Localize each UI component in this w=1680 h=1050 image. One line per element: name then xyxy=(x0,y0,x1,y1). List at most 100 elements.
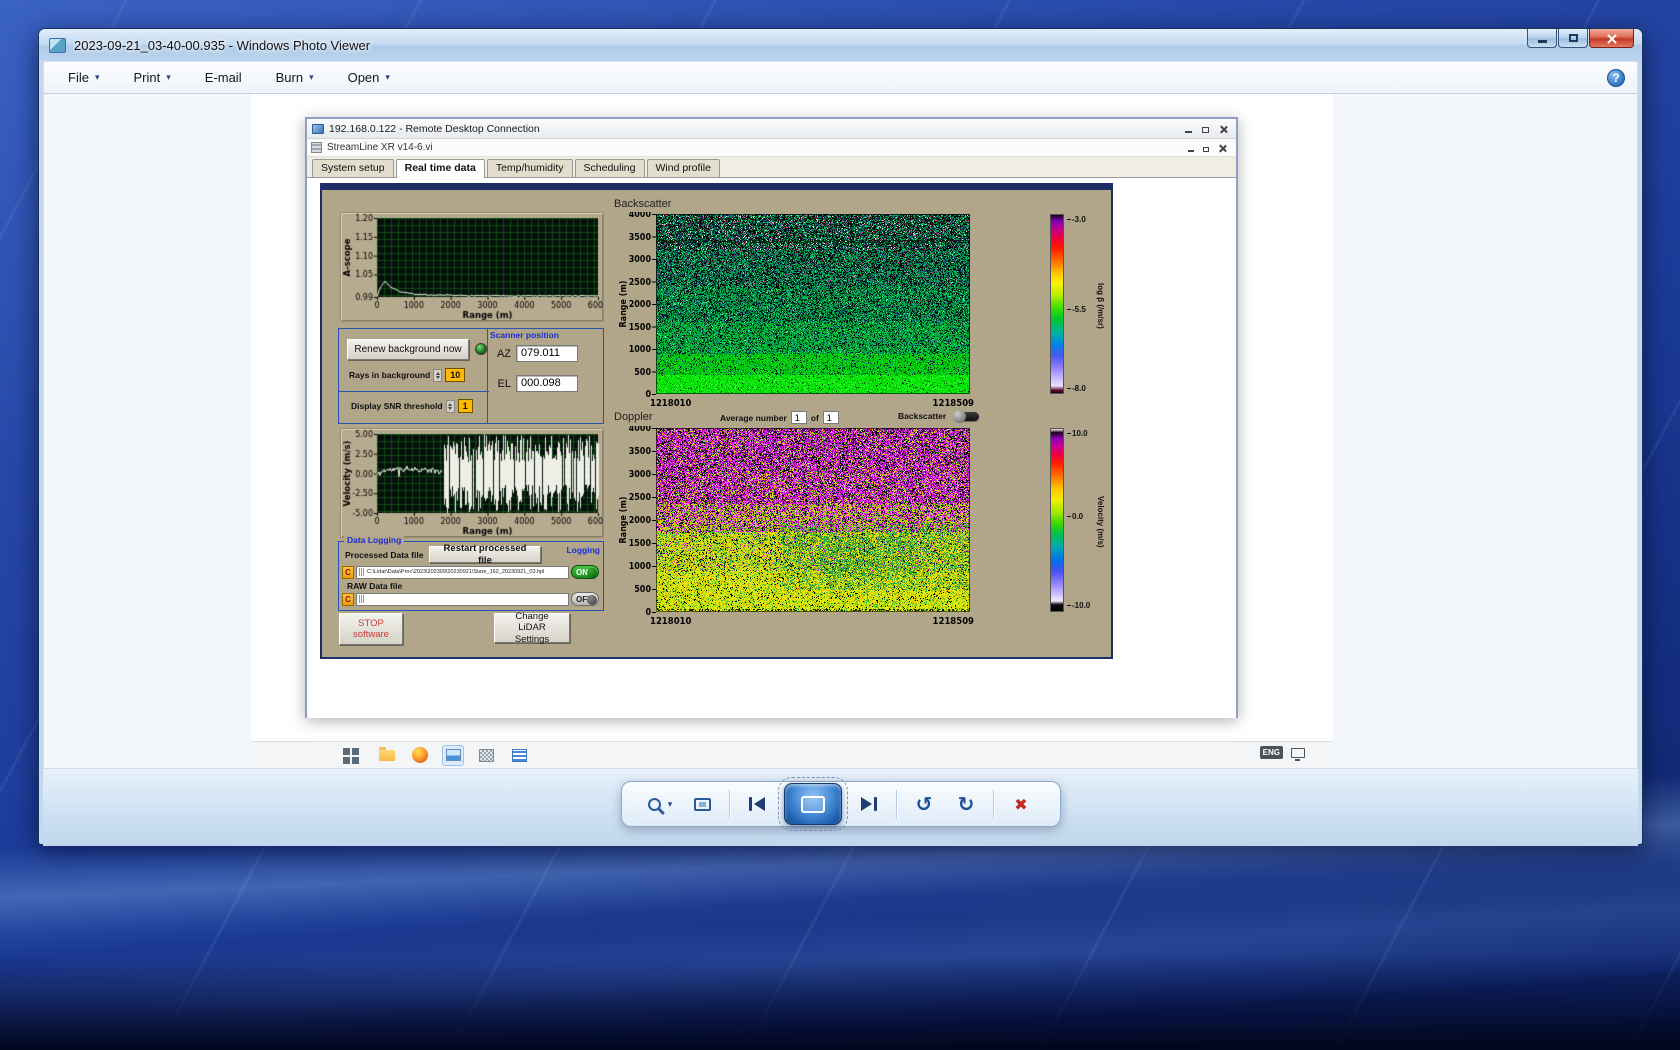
notes-app-icon[interactable] xyxy=(508,745,530,766)
restart-processed-file-button[interactable]: Restart processed file xyxy=(429,546,541,563)
tab-scheduling[interactable]: Scheduling xyxy=(575,159,645,177)
fit-to-window-button[interactable] xyxy=(687,787,717,821)
maximize-icon xyxy=(1202,127,1209,133)
file-explorer-icon[interactable] xyxy=(376,745,398,766)
viewer-titlebar[interactable]: 2023-09-21_03-40-00.935 - Windows Photo … xyxy=(39,29,1642,61)
chevron-down-icon: ▾ xyxy=(95,72,100,83)
colorbar-gradient xyxy=(1050,428,1064,612)
firefox-icon[interactable] xyxy=(409,745,431,766)
vi-restore-button[interactable] xyxy=(1203,139,1209,157)
el-value: 000.098 xyxy=(516,375,578,392)
menu-open[interactable]: Open ▾ xyxy=(338,66,400,89)
next-icon xyxy=(874,797,877,811)
monitor-icon[interactable] xyxy=(1291,748,1305,758)
window-controls xyxy=(1526,29,1634,48)
rays-in-background-label: Rays in background xyxy=(349,370,430,380)
renew-background-button[interactable]: Renew background now xyxy=(347,339,469,360)
minimize-icon xyxy=(1538,40,1547,43)
system-tray: ENG xyxy=(1260,746,1305,759)
tab-bar: System setup Real time data Temp/humidit… xyxy=(307,157,1236,178)
toolbar-separator xyxy=(993,790,994,818)
menu-print[interactable]: Print▾ xyxy=(123,66,180,89)
processed-logging-toggle[interactable]: ON xyxy=(571,565,599,579)
menu-email-label: E-mail xyxy=(205,70,242,85)
remote-taskbar: ENG xyxy=(251,741,1333,767)
rdp-window: 192.168.0.122 - Remote Desktop Connectio… xyxy=(305,117,1238,718)
task-view-icon[interactable] xyxy=(343,745,365,766)
vi-minimize-button[interactable] xyxy=(1188,139,1194,157)
screenshot-viewer-icon[interactable] xyxy=(442,745,464,766)
tab-temp-humidity[interactable]: Temp/humidity xyxy=(487,159,573,177)
delete-button[interactable]: ✖ xyxy=(1006,787,1036,821)
logging-label: Logging xyxy=(566,545,600,555)
stop-software-button[interactable]: STOP software xyxy=(339,613,403,645)
maximize-button[interactable] xyxy=(1558,29,1588,48)
slideshow-icon xyxy=(801,796,825,813)
average-number-input[interactable]: 1 xyxy=(791,411,807,424)
change-lidar-settings-button[interactable]: Change LiDAR Settings xyxy=(494,613,570,643)
tab-system-setup[interactable]: System setup xyxy=(312,159,394,177)
rotate-counterclockwise-button[interactable]: ↺ xyxy=(909,787,939,821)
vi-title: StreamLine XR v14-6.vi xyxy=(327,142,433,153)
processed-path-text: C:\Lidar\Data\Proc\2023\202309\20230921\… xyxy=(367,569,544,575)
menu-email[interactable]: E-mail xyxy=(195,66,252,89)
processed-data-file-label: Processed Data file xyxy=(345,550,423,560)
viewer-toolbar: ▾ ↺ ↻ ✖ xyxy=(621,781,1061,827)
toolbar-separator xyxy=(729,790,730,818)
raw-logging-toggle[interactable]: OFF xyxy=(571,592,599,606)
scanner-position-box: Scanner position AZ 079.011 EL 000.098 xyxy=(487,329,603,423)
a-scope-plot xyxy=(340,212,604,322)
rays-spinner[interactable] xyxy=(433,369,442,382)
play-slideshow-button[interactable] xyxy=(784,783,842,825)
backscatter-toggle-row: Backscatter xyxy=(898,411,979,421)
colorbar-label: -3.0 xyxy=(1067,215,1086,224)
language-indicator[interactable]: ENG xyxy=(1260,746,1283,759)
minimize-button[interactable] xyxy=(1527,29,1557,48)
menu-burn[interactable]: Burn ▾ xyxy=(266,66,324,89)
menu-open-label: Open xyxy=(348,70,380,85)
backscatter-toggle[interactable] xyxy=(954,412,979,421)
chevron-down-icon: ▾ xyxy=(385,72,390,83)
el-label: EL xyxy=(494,378,511,390)
menu-burn-label: Burn xyxy=(276,70,303,85)
chevron-down-icon: ▾ xyxy=(309,72,314,83)
rdp-maximize-button[interactable] xyxy=(1202,120,1209,138)
close-button[interactable] xyxy=(1589,29,1634,48)
of-label: of xyxy=(811,413,819,423)
snr-value-field[interactable]: 1 xyxy=(458,399,473,413)
vi-close-button[interactable] xyxy=(1218,139,1226,157)
vi-titlebar[interactable]: StreamLine XR v14-6.vi xyxy=(307,139,1236,157)
next-icon xyxy=(861,797,872,811)
raw-path-field[interactable] xyxy=(356,593,569,606)
doppler-heatmap xyxy=(618,426,974,628)
viewer-content: 192.168.0.122 - Remote Desktop Connectio… xyxy=(43,94,1638,769)
next-button[interactable] xyxy=(854,787,884,821)
rdp-minimize-button[interactable] xyxy=(1185,120,1192,138)
menu-print-label: Print xyxy=(133,70,160,85)
drive-icon[interactable]: C xyxy=(342,566,354,579)
processed-path-field[interactable]: C:\Lidar\Data\Proc\2023\202309\20230921\… xyxy=(356,566,569,579)
photo-viewer-window: 2023-09-21_03-40-00.935 - Windows Photo … xyxy=(38,28,1643,845)
backscatter-colorbar: -3.0 -5.5 -8.0 log β (/m/sr) xyxy=(1050,214,1112,398)
previous-button[interactable] xyxy=(742,787,772,821)
rdp-close-button[interactable] xyxy=(1219,120,1227,138)
zoom-button[interactable]: ▾ xyxy=(645,787,675,821)
labview-vi-icon xyxy=(311,142,322,153)
tab-wind-profile[interactable]: Wind profile xyxy=(647,159,720,177)
drive-icon[interactable]: C xyxy=(342,593,354,606)
help-icon[interactable]: ? xyxy=(1607,69,1625,87)
pattern-app-icon[interactable] xyxy=(475,745,497,766)
stop-line1: STOP xyxy=(358,618,384,629)
snr-spinner[interactable] xyxy=(446,400,455,413)
desktop-bottom-shadow xyxy=(0,955,1680,1050)
rotate-clockwise-button[interactable]: ↻ xyxy=(951,787,981,821)
average-total-input[interactable]: 1 xyxy=(823,411,839,424)
vi-window-controls xyxy=(1188,139,1232,157)
checker-icon xyxy=(479,749,494,762)
rays-value-field[interactable]: 10 xyxy=(445,368,465,382)
fit-to-window-icon xyxy=(694,798,711,811)
chevron-down-icon: ▾ xyxy=(668,799,673,810)
tab-real-time-data[interactable]: Real time data xyxy=(396,159,485,178)
rdp-titlebar[interactable]: 192.168.0.122 - Remote Desktop Connectio… xyxy=(307,119,1236,139)
menu-file[interactable]: File▾ xyxy=(58,66,109,89)
